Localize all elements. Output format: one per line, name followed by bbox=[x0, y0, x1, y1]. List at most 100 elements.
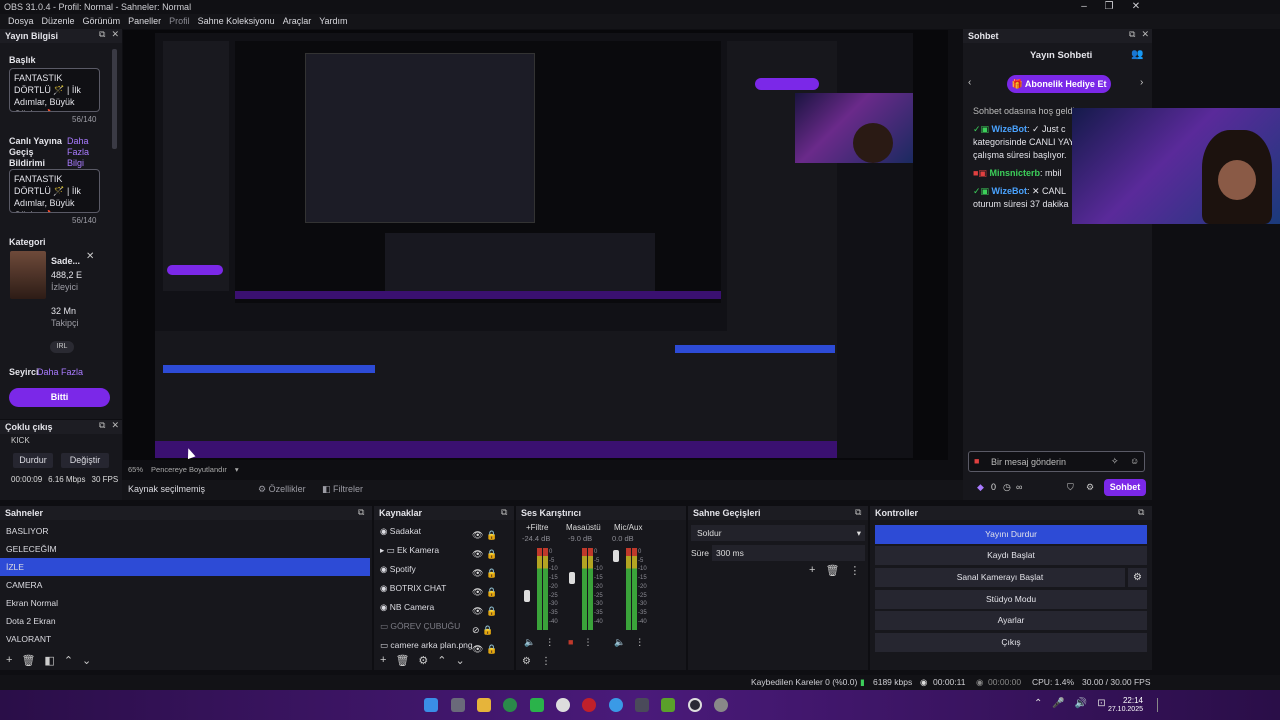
chevron-right-icon[interactable]: › bbox=[1140, 77, 1143, 88]
float-icon[interactable]: ⧉ bbox=[1138, 507, 1144, 518]
scene-item[interactable]: GELECEĞİM bbox=[0, 540, 370, 558]
shield-icon[interactable]: ⛉ bbox=[1067, 482, 1074, 493]
float-icon[interactable]: ⧉ bbox=[99, 420, 105, 431]
settings-button[interactable]: Ayarlar bbox=[875, 611, 1147, 630]
eye-icon[interactable]: 👁 bbox=[472, 606, 483, 616]
gear-icon[interactable]: ⚙ bbox=[1086, 482, 1094, 493]
muted-icon[interactable]: ■ bbox=[568, 637, 573, 648]
remove-category-icon[interactable]: ✕ bbox=[86, 251, 94, 262]
down-icon[interactable]: ⌄ bbox=[456, 654, 465, 667]
stop-stream-button[interactable]: Yayını Durdur bbox=[875, 525, 1147, 544]
audience-more-link[interactable]: Daha Fazla bbox=[37, 367, 83, 377]
volume-slider[interactable] bbox=[524, 590, 530, 602]
scene-item[interactable]: BASLIYOR bbox=[0, 522, 370, 540]
studio-mode-button[interactable]: Stüdyo Modu bbox=[875, 590, 1147, 609]
trash-icon[interactable]: 🗑 bbox=[395, 654, 409, 667]
send-chat-button[interactable]: Sohbet bbox=[1104, 479, 1146, 496]
menu-dots-icon[interactable]: ⋮ bbox=[583, 637, 592, 648]
chevron-left-icon[interactable]: ‹ bbox=[968, 77, 971, 88]
lock-icon[interactable]: 🔒 bbox=[486, 606, 497, 616]
transition-select[interactable]: Soldur ▾ bbox=[691, 525, 865, 541]
info-link[interactable]: Bilgi bbox=[67, 158, 84, 168]
file-explorer-icon[interactable] bbox=[477, 698, 491, 712]
microphone-icon[interactable]: 🎤 bbox=[1052, 698, 1064, 709]
capture-icon[interactable] bbox=[635, 698, 649, 712]
lock-icon[interactable]: 🔒 bbox=[482, 625, 493, 635]
scene-item[interactable]: VALORANT bbox=[0, 630, 370, 648]
filters-button[interactable]: ◧ Filtreler bbox=[322, 484, 363, 495]
float-icon[interactable]: ⧉ bbox=[501, 507, 507, 518]
menu-help[interactable]: Yardım bbox=[315, 14, 351, 29]
preview-canvas[interactable] bbox=[155, 33, 913, 458]
more-link-2[interactable]: Fazla bbox=[67, 147, 89, 157]
trash-icon[interactable]: 🗑 bbox=[825, 564, 839, 577]
close-dock-icon[interactable]: ✕ bbox=[111, 420, 119, 431]
chevron-up-icon[interactable]: ⌃ bbox=[1034, 698, 1042, 709]
maximize-icon[interactable]: ❐ bbox=[1095, 0, 1123, 14]
gear-icon[interactable]: ⚙ bbox=[522, 656, 531, 667]
gear-icon[interactable]: ⚙ bbox=[1128, 568, 1147, 587]
chat-input[interactable]: ■ Bir mesaj gönderin ✧ ☺ bbox=[968, 451, 1145, 472]
eye-icon[interactable]: 👁 bbox=[472, 568, 483, 578]
title-input[interactable]: FANTASTIK DÖRTLÜ 🪄 | İlk Adımlar, Büyük … bbox=[9, 68, 100, 112]
stop-output-button[interactable]: Durdur bbox=[13, 453, 53, 468]
steam-icon[interactable] bbox=[556, 698, 570, 712]
menu-file[interactable]: Dosya bbox=[4, 14, 38, 29]
chrome-icon[interactable] bbox=[609, 698, 623, 712]
gear-icon[interactable]: ⚙ bbox=[418, 654, 428, 667]
speaker-icon[interactable]: 🔈 bbox=[524, 637, 535, 648]
scene-item[interactable]: CAMERA bbox=[0, 576, 370, 594]
float-icon[interactable]: ⧉ bbox=[358, 507, 364, 518]
menu-dots-icon[interactable]: ⋮ bbox=[541, 656, 551, 667]
lock-icon[interactable]: 🔒 bbox=[486, 644, 497, 654]
eye-icon[interactable]: 👁 bbox=[472, 644, 483, 654]
properties-button[interactable]: ⚙ Özellikler bbox=[258, 484, 306, 495]
menu-profile[interactable]: Profil bbox=[165, 14, 194, 29]
infinity-icon[interactable]: ∞ bbox=[1016, 482, 1022, 492]
float-icon[interactable]: ⧉ bbox=[1129, 29, 1135, 40]
add-icon[interactable]: + bbox=[809, 564, 815, 577]
eye-off-icon[interactable]: ⊘ bbox=[472, 625, 480, 635]
menu-view[interactable]: Görünüm bbox=[79, 14, 125, 29]
notif-input[interactable]: FANTASTIK DÖRTLÜ 🪄 | İlk Adımlar, Büyük … bbox=[9, 169, 100, 213]
nvidia-icon[interactable] bbox=[661, 698, 675, 712]
obs-icon[interactable] bbox=[688, 698, 702, 712]
scene-item-selected[interactable]: İZLE bbox=[0, 558, 370, 576]
close-dock-icon[interactable]: ✕ bbox=[1141, 29, 1149, 40]
change-output-button[interactable]: Değiştir bbox=[61, 453, 109, 468]
volume-slider[interactable] bbox=[613, 550, 619, 562]
exit-button[interactable]: Çıkış bbox=[875, 633, 1147, 652]
settings-app-icon[interactable] bbox=[714, 698, 728, 712]
scene-item[interactable]: Dota 2 Ekran bbox=[0, 612, 370, 630]
menu-dots-icon[interactable]: ⋮ bbox=[635, 637, 644, 648]
eye-icon[interactable]: 👁 bbox=[472, 587, 483, 597]
close-icon[interactable]: ✕ bbox=[1122, 0, 1150, 14]
volume-icon[interactable]: 🔊 bbox=[1075, 698, 1087, 709]
up-icon[interactable]: ⌃ bbox=[64, 654, 73, 667]
menu-dots-icon[interactable]: ⋮ bbox=[545, 637, 554, 648]
media-player-icon[interactable] bbox=[530, 698, 544, 712]
task-view-icon[interactable] bbox=[451, 698, 465, 712]
float-icon[interactable]: ⧉ bbox=[855, 507, 861, 518]
zoom-level[interactable]: 65% bbox=[128, 465, 143, 474]
gift-subscription-button[interactable]: 🎁 Abonelik Hediye Et bbox=[1007, 75, 1111, 93]
add-icon[interactable]: + bbox=[6, 654, 12, 667]
add-icon[interactable]: + bbox=[380, 654, 386, 667]
more-link-1[interactable]: Daha bbox=[67, 136, 89, 146]
eye-icon[interactable]: 👁 bbox=[472, 549, 483, 559]
clock-time[interactable]: 22:14 bbox=[1117, 696, 1143, 705]
emote-icon[interactable]: ✧ bbox=[1111, 456, 1119, 467]
points-icon[interactable]: ◆ bbox=[977, 482, 984, 493]
start-virtual-camera-button[interactable]: Sanal Kamerayı Başlat bbox=[875, 568, 1125, 587]
menu-scene-collection[interactable]: Sahne Koleksiyonu bbox=[194, 14, 279, 29]
duration-input[interactable]: 300 ms bbox=[712, 545, 865, 561]
volume-slider[interactable] bbox=[569, 572, 575, 584]
up-icon[interactable]: ⌃ bbox=[437, 654, 446, 667]
minimize-icon[interactable]: – bbox=[1070, 0, 1098, 14]
emoji-icon[interactable]: ☺ bbox=[1130, 456, 1139, 466]
timer-icon[interactable]: ◷ bbox=[1003, 482, 1011, 493]
filter-icon[interactable]: ◧ bbox=[44, 654, 54, 667]
eye-icon[interactable]: 👁 bbox=[472, 530, 483, 540]
done-button[interactable]: Bitti bbox=[9, 388, 110, 407]
lock-icon[interactable]: 🔒 bbox=[486, 530, 497, 540]
